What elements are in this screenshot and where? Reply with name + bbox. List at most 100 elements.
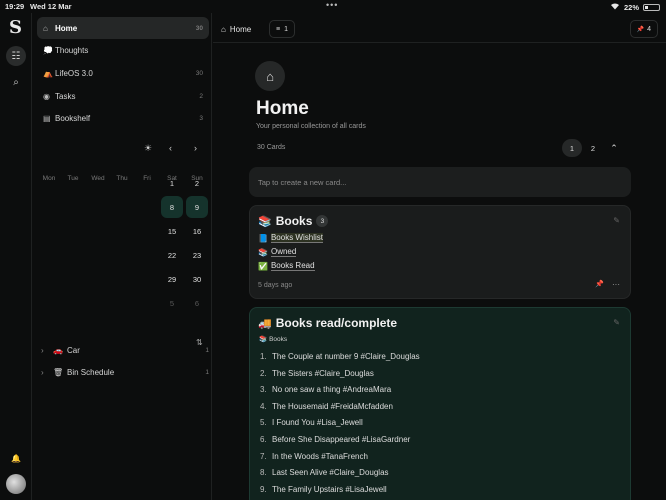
- sidebar-item-count: 2: [199, 92, 203, 100]
- list-item: 8. Last Seen Alive #Claire_Douglas: [260, 468, 420, 485]
- left-rail: S ☷ ⌕ 🔔: [0, 13, 32, 500]
- list-item-text: I Found You #Lisa_Jewell: [272, 418, 363, 428]
- list-item-text: The Sisters #Claire_Douglas: [272, 368, 374, 378]
- weekday-label: Fri: [143, 175, 151, 182]
- card-books-read[interactable]: 🚚 Books read/complete ✎ 📚 Books 1. The Co…: [249, 307, 631, 500]
- chevron-right-icon[interactable]: ›: [41, 368, 53, 377]
- status-date: Wed 12 Mar: [30, 2, 72, 11]
- sidebar-item-thoughts[interactable]: 💭 Thoughts: [37, 39, 209, 61]
- chevron-right-icon[interactable]: ›: [194, 143, 197, 153]
- thought-bubble-icon: 💭: [43, 45, 53, 55]
- tree-item-count: 1: [205, 368, 209, 376]
- calendar-day[interactable]: 29: [161, 268, 183, 290]
- calendar-day[interactable]: 16: [186, 220, 208, 242]
- edit-icon[interactable]: ✎: [613, 216, 620, 225]
- status-bar: 19:29 Wed 12 Mar ••• 22%: [0, 0, 666, 13]
- card-books[interactable]: 📚 Books 3 ✎ 📘 Books Wishlist 📚 Owned ✅ B…: [249, 205, 631, 299]
- edit-icon[interactable]: ✎: [613, 318, 620, 327]
- multitask-dots-icon[interactable]: •••: [326, 0, 338, 10]
- blue-book-icon: 📘: [258, 233, 268, 243]
- tree-item-count: 1: [205, 346, 209, 354]
- card-link[interactable]: ✅ Books Read: [258, 261, 315, 271]
- page-subtitle: Your personal collection of all cards: [256, 123, 366, 130]
- card-link-text[interactable]: Owned: [270, 247, 297, 257]
- checkmark-icon: ✅: [258, 261, 268, 271]
- card-title-text: Books: [275, 214, 313, 228]
- card-link[interactable]: 📘 Books Wishlist: [258, 233, 323, 243]
- battery-percent: 22%: [623, 2, 639, 12]
- book-list: 1. The Couple at number 9 #Claire_Douglas…: [260, 352, 420, 500]
- breadcrumb-label: Home: [229, 24, 252, 34]
- avatar[interactable]: [6, 474, 26, 494]
- wifi-icon: [610, 2, 620, 12]
- more-icon[interactable]: ···: [612, 280, 620, 289]
- calendar-day[interactable]: 2: [186, 172, 208, 194]
- list-item-text: No one saw a thing #AndreaMara: [272, 385, 392, 395]
- topbar: ⌂ Home ≡ 1 📌 4: [213, 13, 666, 43]
- home-icon: ⌂: [221, 24, 226, 34]
- chevron-left-icon[interactable]: ‹: [169, 143, 172, 153]
- collapse-icon[interactable]: ⌃: [604, 139, 624, 157]
- card-tag-label: Books: [269, 335, 288, 343]
- calendar-day[interactable]: 6: [186, 292, 208, 314]
- chevron-right-icon[interactable]: ›: [41, 346, 53, 355]
- tree-item-car[interactable]: › 🚗 Car 1: [41, 341, 209, 359]
- books-stack-icon: 📚: [258, 247, 268, 257]
- card-title: 📚 Books 3: [258, 214, 329, 228]
- card-link[interactable]: 📚 Owned: [258, 247, 297, 257]
- filter-button[interactable]: ≡ 1: [269, 20, 295, 38]
- search-icon[interactable]: ⌕: [6, 72, 26, 92]
- calendar-day[interactable]: 5: [161, 292, 183, 314]
- list-item-text: The Housemaid #FreidaMcfadden: [272, 401, 393, 411]
- truck-icon: 🚚: [258, 317, 272, 330]
- pinned-button[interactable]: 📌 4: [629, 20, 658, 38]
- bell-icon[interactable]: 🔔: [6, 448, 26, 468]
- battery-icon: [643, 3, 660, 11]
- sidebar-item-label: Tasks: [55, 91, 76, 101]
- card-link-text[interactable]: Books Read: [270, 261, 315, 271]
- new-card-input[interactable]: Tap to create a new card...: [249, 167, 631, 197]
- sidebar-item-lifeos[interactable]: ⛺ LifeOS 3.0 30: [37, 62, 209, 84]
- cards-icon[interactable]: ☷: [6, 46, 26, 66]
- list-item: 5. I Found You #Lisa_Jewell: [260, 418, 420, 435]
- card-link-text[interactable]: Books Wishlist: [270, 233, 323, 243]
- card-title-text: Books read/complete: [275, 316, 398, 330]
- car-icon: 🚗: [53, 345, 63, 355]
- calendar-day[interactable]: 30: [186, 268, 208, 290]
- weekday-label: Mon: [42, 175, 56, 182]
- status-time: 19:29: [5, 2, 25, 11]
- pin-icon[interactable]: 📌: [595, 280, 604, 289]
- count-badge: 3: [316, 215, 329, 227]
- breadcrumb[interactable]: ⌂ Home: [221, 21, 251, 37]
- calendar-day[interactable]: 22: [161, 244, 183, 266]
- sidebar-item-count: 30: [195, 24, 203, 32]
- sidebar-item-bookshelf[interactable]: ▤ Bookshelf 3: [37, 107, 209, 129]
- tree-item-bin-schedule[interactable]: › 🗑 Bin Schedule 1: [41, 363, 209, 381]
- sidebar-item-count: 30: [195, 69, 203, 77]
- page-button-2[interactable]: 2: [583, 139, 603, 157]
- calendar-day[interactable]: 1: [161, 172, 183, 194]
- sidebar-item-label: Home: [55, 23, 78, 33]
- tree-item-label: Bin Schedule: [67, 367, 115, 377]
- cards-count: 30 Cards: [257, 144, 286, 151]
- list-item: 9. The Family Upstairs #LisaJewell: [260, 485, 420, 500]
- weekday-label: Tue: [67, 175, 79, 182]
- pinned-count: 4: [647, 25, 651, 33]
- sidebar-item-tasks[interactable]: ◉ Tasks 2: [37, 85, 209, 107]
- tasks-icon: ◉: [43, 91, 50, 101]
- books-icon: 📚: [258, 215, 272, 228]
- list-item: 4. The Housemaid #FreidaMcfadden: [260, 402, 420, 419]
- calendar-day[interactable]: 9: [186, 196, 208, 218]
- calendar-day[interactable]: 23: [186, 244, 208, 266]
- weekday-label: Thu: [116, 175, 128, 182]
- calendar-day[interactable]: 8: [161, 196, 183, 218]
- calendar-day[interactable]: 15: [161, 220, 183, 242]
- sidebar-item-home[interactable]: ⌂ Home 30: [37, 17, 209, 39]
- page-button-1[interactable]: 1: [562, 139, 582, 157]
- lifeos-icon: ⛺: [43, 68, 53, 78]
- today-sun-icon[interactable]: ☀: [144, 143, 152, 154]
- list-item-text: Before She Disappeared #LisaGardner: [272, 434, 411, 444]
- card-tag[interactable]: 📚 Books: [259, 335, 288, 344]
- trash-bin-icon: 🗑: [53, 367, 64, 377]
- sidebar-item-label: LifeOS 3.0: [55, 68, 93, 78]
